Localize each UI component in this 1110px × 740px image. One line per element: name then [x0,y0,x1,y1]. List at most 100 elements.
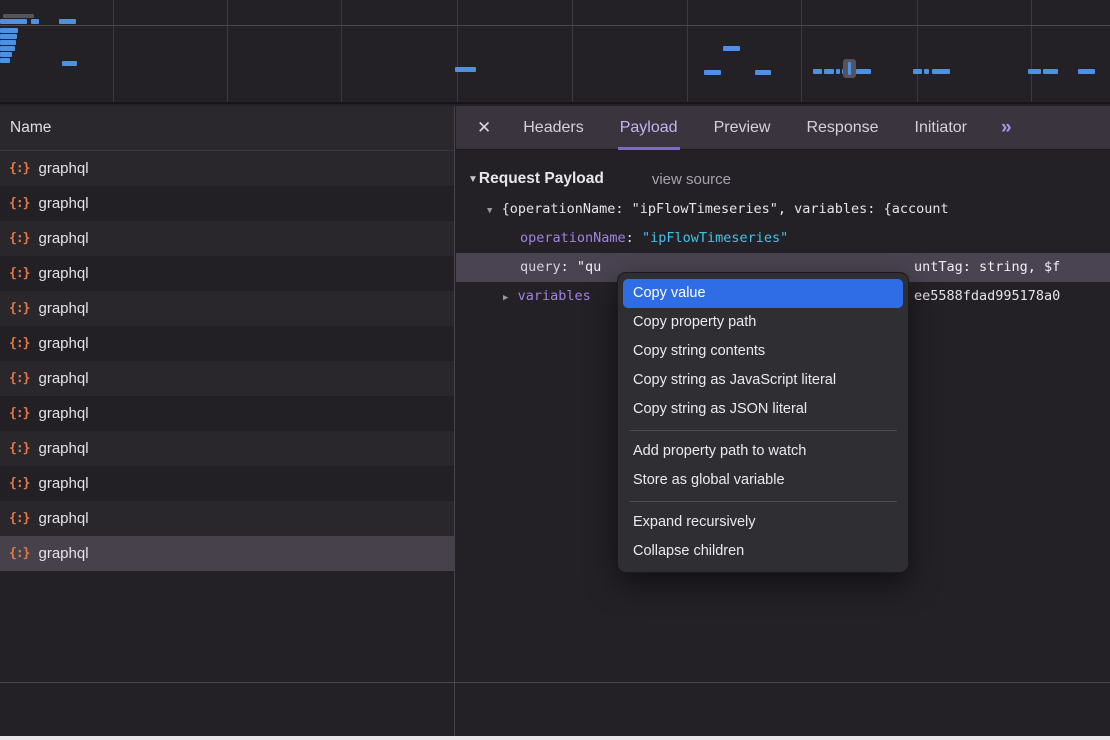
view-source-link[interactable]: view source [652,171,731,188]
request-name-label: graphql [38,230,88,247]
timeline-request-bar [59,19,76,24]
menu-item-store-as-global-variable[interactable]: Store as global variable [623,466,903,495]
request-row[interactable]: {:} graphql [0,151,454,186]
timeline-request-bar [0,28,18,33]
request-row[interactable]: {:}graphql [0,256,454,291]
close-icon[interactable]: ✕ [477,118,491,138]
request-name-label: graphql [38,405,88,422]
request-name-label: graphql [38,510,88,527]
menu-item-copy-string-contents[interactable]: Copy string contents [623,337,903,366]
request-name-label: graphql [38,300,88,317]
timeline-request-bar [856,69,871,74]
timeline-request-bar [913,69,922,74]
timeline-request-bar [836,69,840,74]
timeline-request-bar [1043,69,1058,74]
property-value-right: untTag: string, $f [914,253,1060,282]
request-name-label: graphql [38,265,88,282]
timeline-gridline [341,0,342,102]
timeline-request-bar [813,69,822,74]
expanded-arrow-icon[interactable]: ▼ [487,206,492,216]
tab-headers[interactable]: Headers [521,106,585,150]
colon: : [561,259,577,275]
collapse-arrow-icon[interactable]: ▼ [468,174,478,185]
menu-item-copy-string-as-json-literal[interactable]: Copy string as JSON literal [623,395,903,424]
timeline-request-bar [0,46,15,51]
request-row[interactable]: {:}graphql [0,431,454,466]
timeline-horizontal-gridline [0,25,1110,26]
timeline-cursor-marker[interactable] [843,59,856,78]
property-value-left: "qu [577,259,601,275]
timeline-request-bar [0,58,10,63]
request-name-label: graphql [38,160,88,177]
tab-payload[interactable]: Payload [618,106,680,150]
timeline-request-bar [932,69,950,74]
payload-object-preview: {operationName: "ipFlowTimeseries", vari… [502,201,949,217]
property-key: variables [518,288,591,304]
collapsed-arrow-icon[interactable]: ▶ [503,293,508,303]
property-key: operationName [520,230,626,246]
request-row[interactable]: {:}graphql [0,466,454,501]
request-row[interactable]: {:}graphql [0,501,454,536]
timeline-gridline [113,0,114,102]
timeline-request-bar [0,19,27,24]
timeline-request-bar [924,69,929,74]
request-name-label: graphql [38,440,88,457]
json-braces-icon: {:} [9,161,29,176]
request-name-label: graphql [38,195,88,212]
timeline-gridline [801,0,802,102]
menu-item-copy-property-path[interactable]: Copy property path [623,308,903,337]
request-name-label: graphql [38,335,88,352]
tab-initiator[interactable]: Initiator [913,106,969,150]
timeline-gridline [227,0,228,102]
request-name-label: graphql [38,545,88,562]
timeline-request-bar [0,52,12,57]
request-row[interactable]: {:}graphql [0,361,454,396]
property-value-right: ee5588fdad995178a0 [914,282,1060,311]
timeline-request-bar [3,14,34,18]
menu-item-expand-recursively[interactable]: Expand recursively [623,508,903,537]
network-overview-timeline[interactable] [0,0,1110,104]
timeline-request-bar [62,61,77,66]
property-value: "ipFlowTimeseries" [642,230,788,246]
menu-item-copy-string-as-javascript-literal[interactable]: Copy string as JavaScript literal [623,366,903,395]
page-bottom-edge [0,736,1110,740]
request-row[interactable]: {:} graphql [0,536,454,571]
timeline-gridline [1031,0,1032,102]
details-tab-bar: ✕ Headers Payload Preview Response Initiator… [456,106,1110,150]
timeline-request-bar [1028,69,1041,74]
json-braces-icon: {:} [9,546,29,561]
operation-name-row[interactable]: operationName: "ipFlowTimeseries" [456,224,1110,253]
request-row[interactable]: {:}graphql [0,221,454,256]
timeline-gridline [572,0,573,102]
property-key: query [520,259,561,275]
context-menu: Copy valueCopy property pathCopy string … [617,272,909,573]
tabs-container: Headers Payload Preview Response Initiator [521,106,1001,150]
menu-item-add-property-path-to-watch[interactable]: Add property path to watch [623,437,903,466]
json-braces-icon: {:} [9,336,29,351]
timeline-request-bar [455,67,476,72]
request-row[interactable]: {:} graphql [0,186,454,221]
request-list: {:} graphql {:} graphql {:} graphql {:} graphql… [0,151,454,571]
timeline-request-bar [824,69,834,74]
tab-preview[interactable]: Preview [712,106,773,150]
menu-item-collapse-children[interactable]: Collapse children [623,537,903,566]
json-braces-icon: {:} [9,196,29,211]
timeline-request-bar [31,19,39,24]
request-payload-section-header: ▼ Request Payload view source [456,163,1110,195]
timeline-request-bar [0,40,16,45]
request-row[interactable]: {:} graphql [0,326,454,361]
request-row[interactable]: {:}graphql [0,291,454,326]
request-row[interactable]: {:}graphql [0,396,454,431]
menu-separator [629,430,897,431]
name-column-label: Name [10,119,51,136]
timeline-request-bar [0,34,17,39]
tab-response[interactable]: Response [804,106,880,150]
name-column-header[interactable]: Name [0,106,454,151]
timeline-request-bar [755,70,771,75]
more-tabs-icon[interactable]: » [1001,117,1010,139]
request-payload-title: Request Payload [479,170,604,188]
json-braces-icon: {:} [9,476,29,491]
menu-item-copy-value[interactable]: Copy value [623,279,903,308]
colon: : [626,230,642,246]
payload-root-row[interactable]: ▼ {operationName: "ipFlowTimeseries", va… [456,195,1110,224]
